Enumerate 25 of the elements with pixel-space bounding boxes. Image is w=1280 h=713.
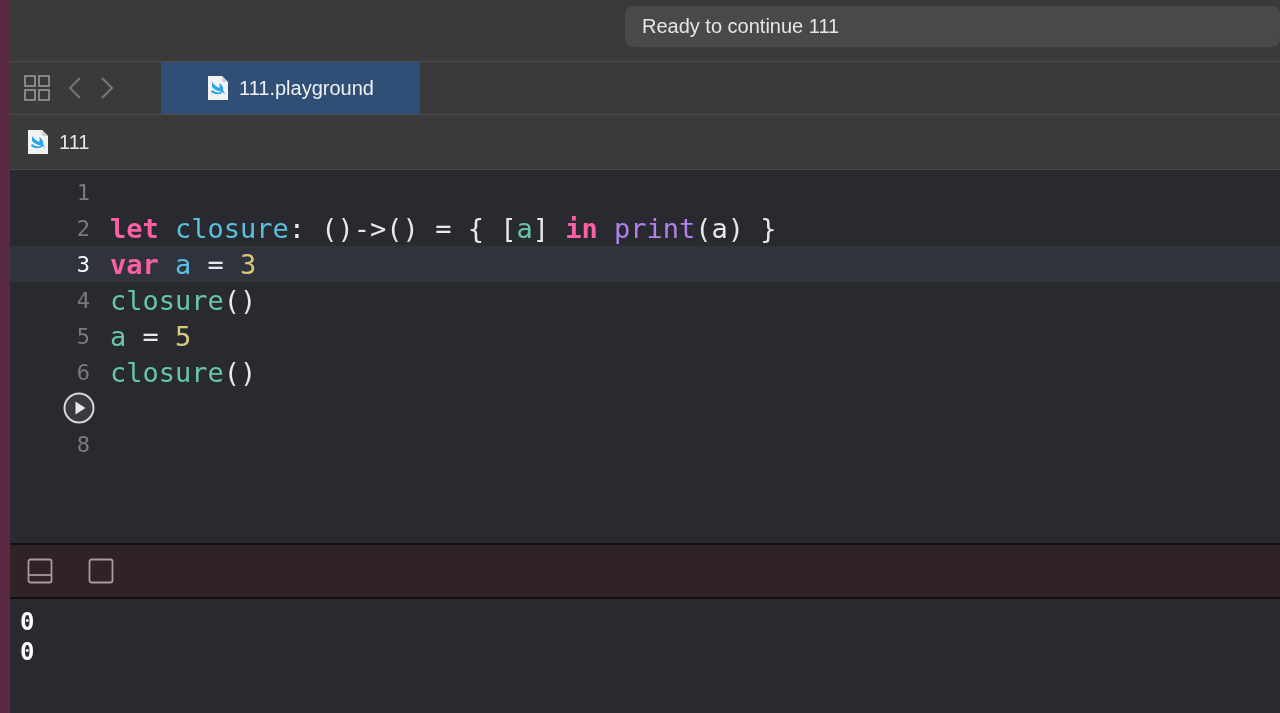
back-chevron-icon[interactable] [68, 76, 82, 100]
console-output: 0 [20, 637, 36, 667]
code-line: var a = 3 [109, 248, 257, 280]
line-number: 4 [75, 287, 91, 313]
swift-file-icon [27, 129, 49, 155]
code-line: closure() [109, 356, 257, 388]
line-number: 8 [75, 431, 91, 457]
console-output: 0 [20, 607, 36, 637]
code-line: a = 5 [109, 320, 192, 352]
code-line: closure() [109, 284, 257, 316]
status-pill: Ready to continue 111 [625, 6, 1280, 47]
line-number: 3 [75, 251, 91, 277]
breadcrumb[interactable]: 111 [59, 130, 90, 154]
file-tab[interactable]: 111.playground [161, 62, 420, 114]
run-button[interactable] [63, 392, 95, 424]
line-number: 6 [75, 359, 91, 385]
code-line: let closure: ()->() = { [a] in print(a) } [109, 212, 777, 244]
panel-toggle-icon[interactable] [27, 558, 53, 584]
line-number: 1 [75, 179, 91, 205]
forward-chevron-icon[interactable] [100, 76, 114, 100]
grid-icon[interactable] [24, 75, 50, 101]
line-number: 5 [75, 323, 91, 349]
line-number: 2 [75, 215, 91, 241]
swift-file-icon [207, 75, 230, 101]
square-icon[interactable] [88, 558, 114, 584]
